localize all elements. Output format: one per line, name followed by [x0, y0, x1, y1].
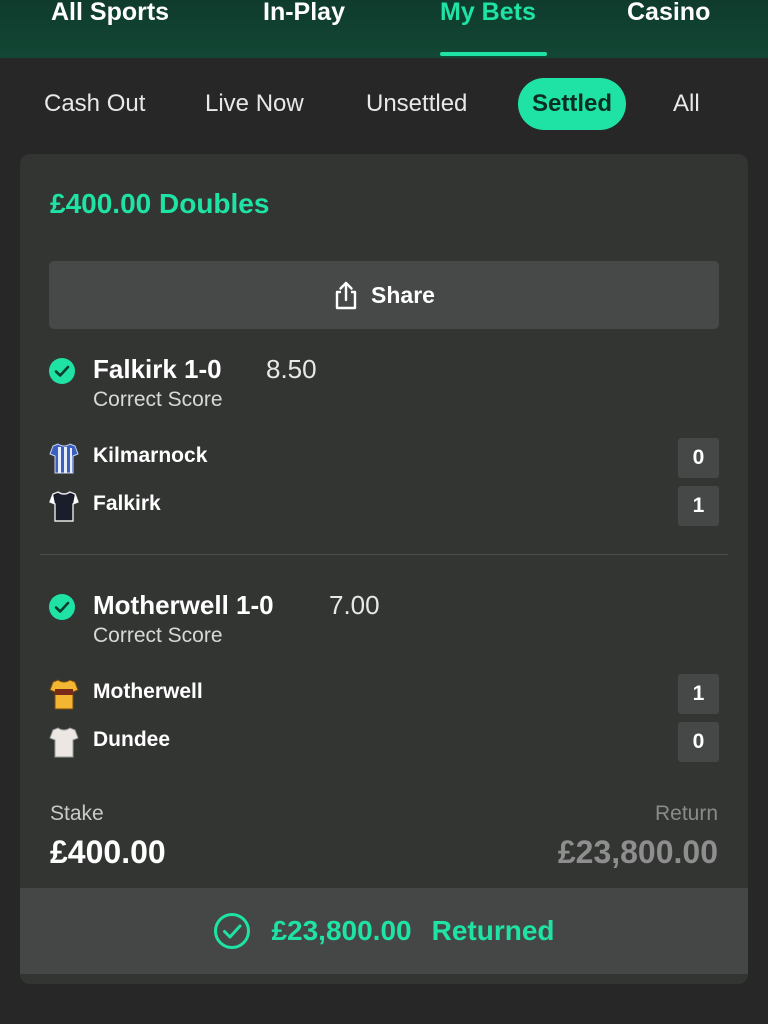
- team-row: Kilmarnock 0: [20, 438, 748, 478]
- active-tab-indicator: [440, 52, 547, 56]
- team-name: Dundee: [93, 728, 171, 751]
- share-label: Share: [371, 281, 435, 308]
- team-row: Falkirk 1: [20, 486, 748, 526]
- dundee-shirt-icon: [49, 726, 79, 758]
- bet-title: £400.00 Doubles: [50, 188, 270, 219]
- team-row: Motherwell 1: [20, 674, 748, 714]
- tab-all-sports[interactable]: All Sports: [51, 0, 169, 28]
- team-score: 0: [678, 438, 719, 478]
- bet-card: £400.00 Doubles Share Falkirk 1-0 8.50 C…: [20, 154, 748, 984]
- stake-value: £400.00: [50, 834, 166, 870]
- selection-odds: 8.50: [266, 354, 317, 384]
- check-circle-outline-icon: [213, 912, 251, 950]
- return-value: £23,800.00: [557, 834, 718, 870]
- filter-settled[interactable]: Settled: [518, 78, 627, 130]
- return-label: Return: [654, 802, 718, 825]
- team-score: 0: [678, 722, 719, 762]
- team-score: 1: [678, 486, 719, 526]
- returned-label: Returned: [431, 915, 555, 946]
- falkirk-shirt-icon: [49, 490, 79, 522]
- kilmarnock-shirt-icon: [49, 442, 79, 474]
- team-score: 1: [678, 674, 719, 714]
- selection-odds: 7.00: [329, 590, 380, 620]
- filter-cash-out[interactable]: Cash Out: [44, 78, 145, 130]
- team-name: Motherwell: [93, 680, 203, 703]
- top-nav: All Sports In-Play My Bets Casino: [0, 0, 768, 58]
- motherwell-shirt-icon: [49, 678, 79, 710]
- returned-amount: £23,800.00: [271, 915, 412, 946]
- share-icon: [333, 280, 359, 310]
- team-row: Dundee 0: [20, 722, 748, 762]
- filter-all[interactable]: All: [673, 78, 700, 130]
- selection-market: Correct Score: [93, 624, 223, 647]
- filter-live-now[interactable]: Live Now: [205, 78, 304, 130]
- share-button[interactable]: Share: [49, 261, 719, 329]
- filter-unsettled[interactable]: Unsettled: [366, 78, 467, 130]
- selection-market: Correct Score: [93, 388, 223, 411]
- tab-my-bets[interactable]: My Bets: [440, 0, 536, 28]
- team-name: Falkirk: [93, 492, 161, 515]
- tab-in-play[interactable]: In-Play: [263, 0, 345, 28]
- team-name: Kilmarnock: [93, 444, 208, 467]
- selection-divider: [40, 554, 728, 555]
- check-circle-icon: [49, 358, 75, 384]
- returned-banner: £23,800.00 Returned: [20, 888, 748, 974]
- tab-casino[interactable]: Casino: [627, 0, 710, 28]
- selection-name: Falkirk 1-0: [93, 354, 222, 384]
- bet-filters: Cash Out Live Now Unsettled Settled All: [0, 78, 768, 130]
- selection-name: Motherwell 1-0: [93, 590, 274, 620]
- stake-label: Stake: [50, 802, 104, 825]
- check-circle-icon: [49, 594, 75, 620]
